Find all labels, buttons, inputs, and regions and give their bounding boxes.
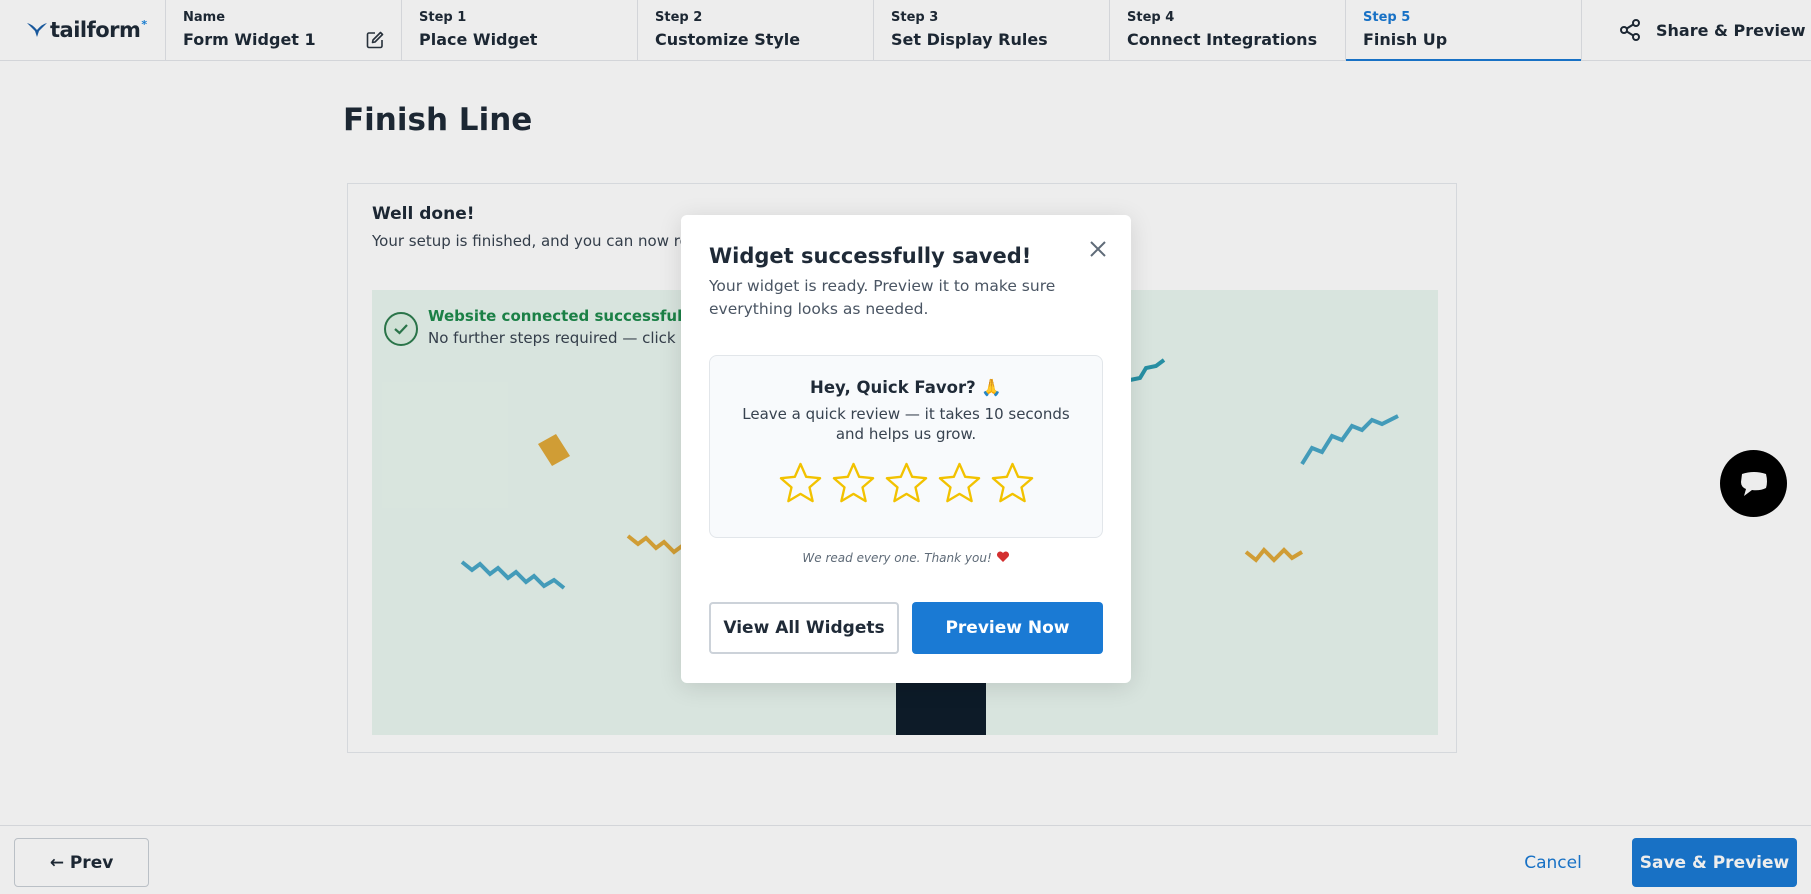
star-icon <box>885 462 927 503</box>
star-icon <box>779 462 821 503</box>
star-2-button[interactable] <box>830 460 877 507</box>
heart-icon <box>996 551 1009 562</box>
review-box: Hey, Quick Favor? 🙏 Leave a quick review… <box>709 355 1103 538</box>
preview-now-button[interactable]: Preview Now <box>912 602 1103 654</box>
star-3-button[interactable] <box>883 460 930 507</box>
save-success-modal: Widget successfully saved! Your widget i… <box>681 215 1131 683</box>
view-all-widgets-button[interactable]: View All Widgets <box>709 602 899 654</box>
star-icon <box>832 462 874 503</box>
close-icon <box>1090 241 1106 257</box>
thanks-note: We read every one. Thank you! <box>681 551 1131 565</box>
star-icon <box>991 462 1033 503</box>
review-title: Hey, Quick Favor? 🙏 <box>810 378 1002 397</box>
star-4-button[interactable] <box>936 460 983 507</box>
modal-subtitle: Your widget is ready. Preview it to make… <box>709 277 1056 318</box>
star-1-button[interactable] <box>777 460 824 507</box>
close-button[interactable] <box>1086 237 1110 261</box>
star-5-button[interactable] <box>989 460 1036 507</box>
modal-title: Widget successfully saved! <box>709 244 1032 268</box>
star-rating <box>710 460 1102 507</box>
thanks-text: We read every one. Thank you! <box>802 551 992 565</box>
star-icon <box>938 462 980 503</box>
review-text: Leave a quick review — it takes 10 secon… <box>742 405 1070 443</box>
